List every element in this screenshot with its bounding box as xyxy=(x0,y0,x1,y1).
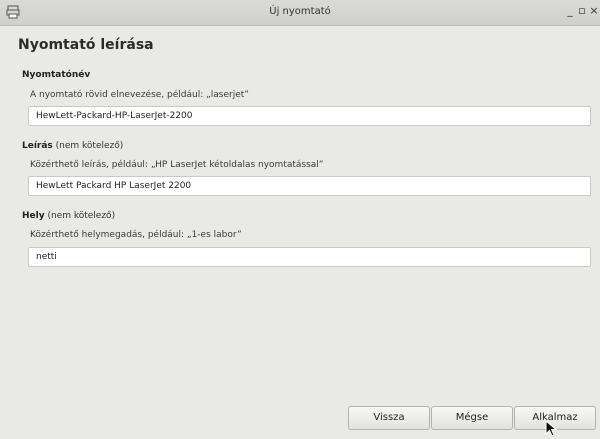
cancel-button[interactable]: Mégse xyxy=(431,406,513,430)
new-printer-dialog: Új nyomtató _ ▫ × Nyomtató leírása Nyomt… xyxy=(0,0,600,439)
page-title: Nyomtató leírása xyxy=(18,37,154,53)
description-optional-text: (nem kötelező) xyxy=(52,141,124,151)
description-label-text: Leírás xyxy=(22,141,53,151)
mouse-pointer-icon xyxy=(545,420,558,437)
location-field[interactable] xyxy=(28,247,591,267)
description-label: Leírás (nem kötelező) xyxy=(22,141,123,151)
printer-name-label-text: Nyomtatónév xyxy=(22,70,91,80)
printer-name-hint: A nyomtató rövid elnevezése, például: „l… xyxy=(30,90,249,100)
description-hint: Közérthető leírás, például: „HP LaserJet… xyxy=(30,160,324,170)
location-hint: Közérthető helymegadás, például: „1-es l… xyxy=(30,230,242,240)
location-optional-text: (nem kötelező) xyxy=(44,211,116,221)
printer-name-label: Nyomtatónév xyxy=(22,70,90,80)
back-button[interactable]: Vissza xyxy=(348,406,430,430)
title-bar[interactable]: Új nyomtató _ ▫ × xyxy=(0,0,600,26)
maximize-button[interactable]: ▫ xyxy=(576,5,588,17)
minimize-button[interactable]: _ xyxy=(564,5,576,17)
location-label-text: Hely xyxy=(22,211,45,221)
description-field[interactable] xyxy=(28,176,591,196)
close-button[interactable]: × xyxy=(588,5,600,17)
printer-name-field[interactable] xyxy=(28,106,591,126)
window-title: Új nyomtató xyxy=(269,6,331,17)
location-label: Hely (nem kötelező) xyxy=(22,211,115,221)
